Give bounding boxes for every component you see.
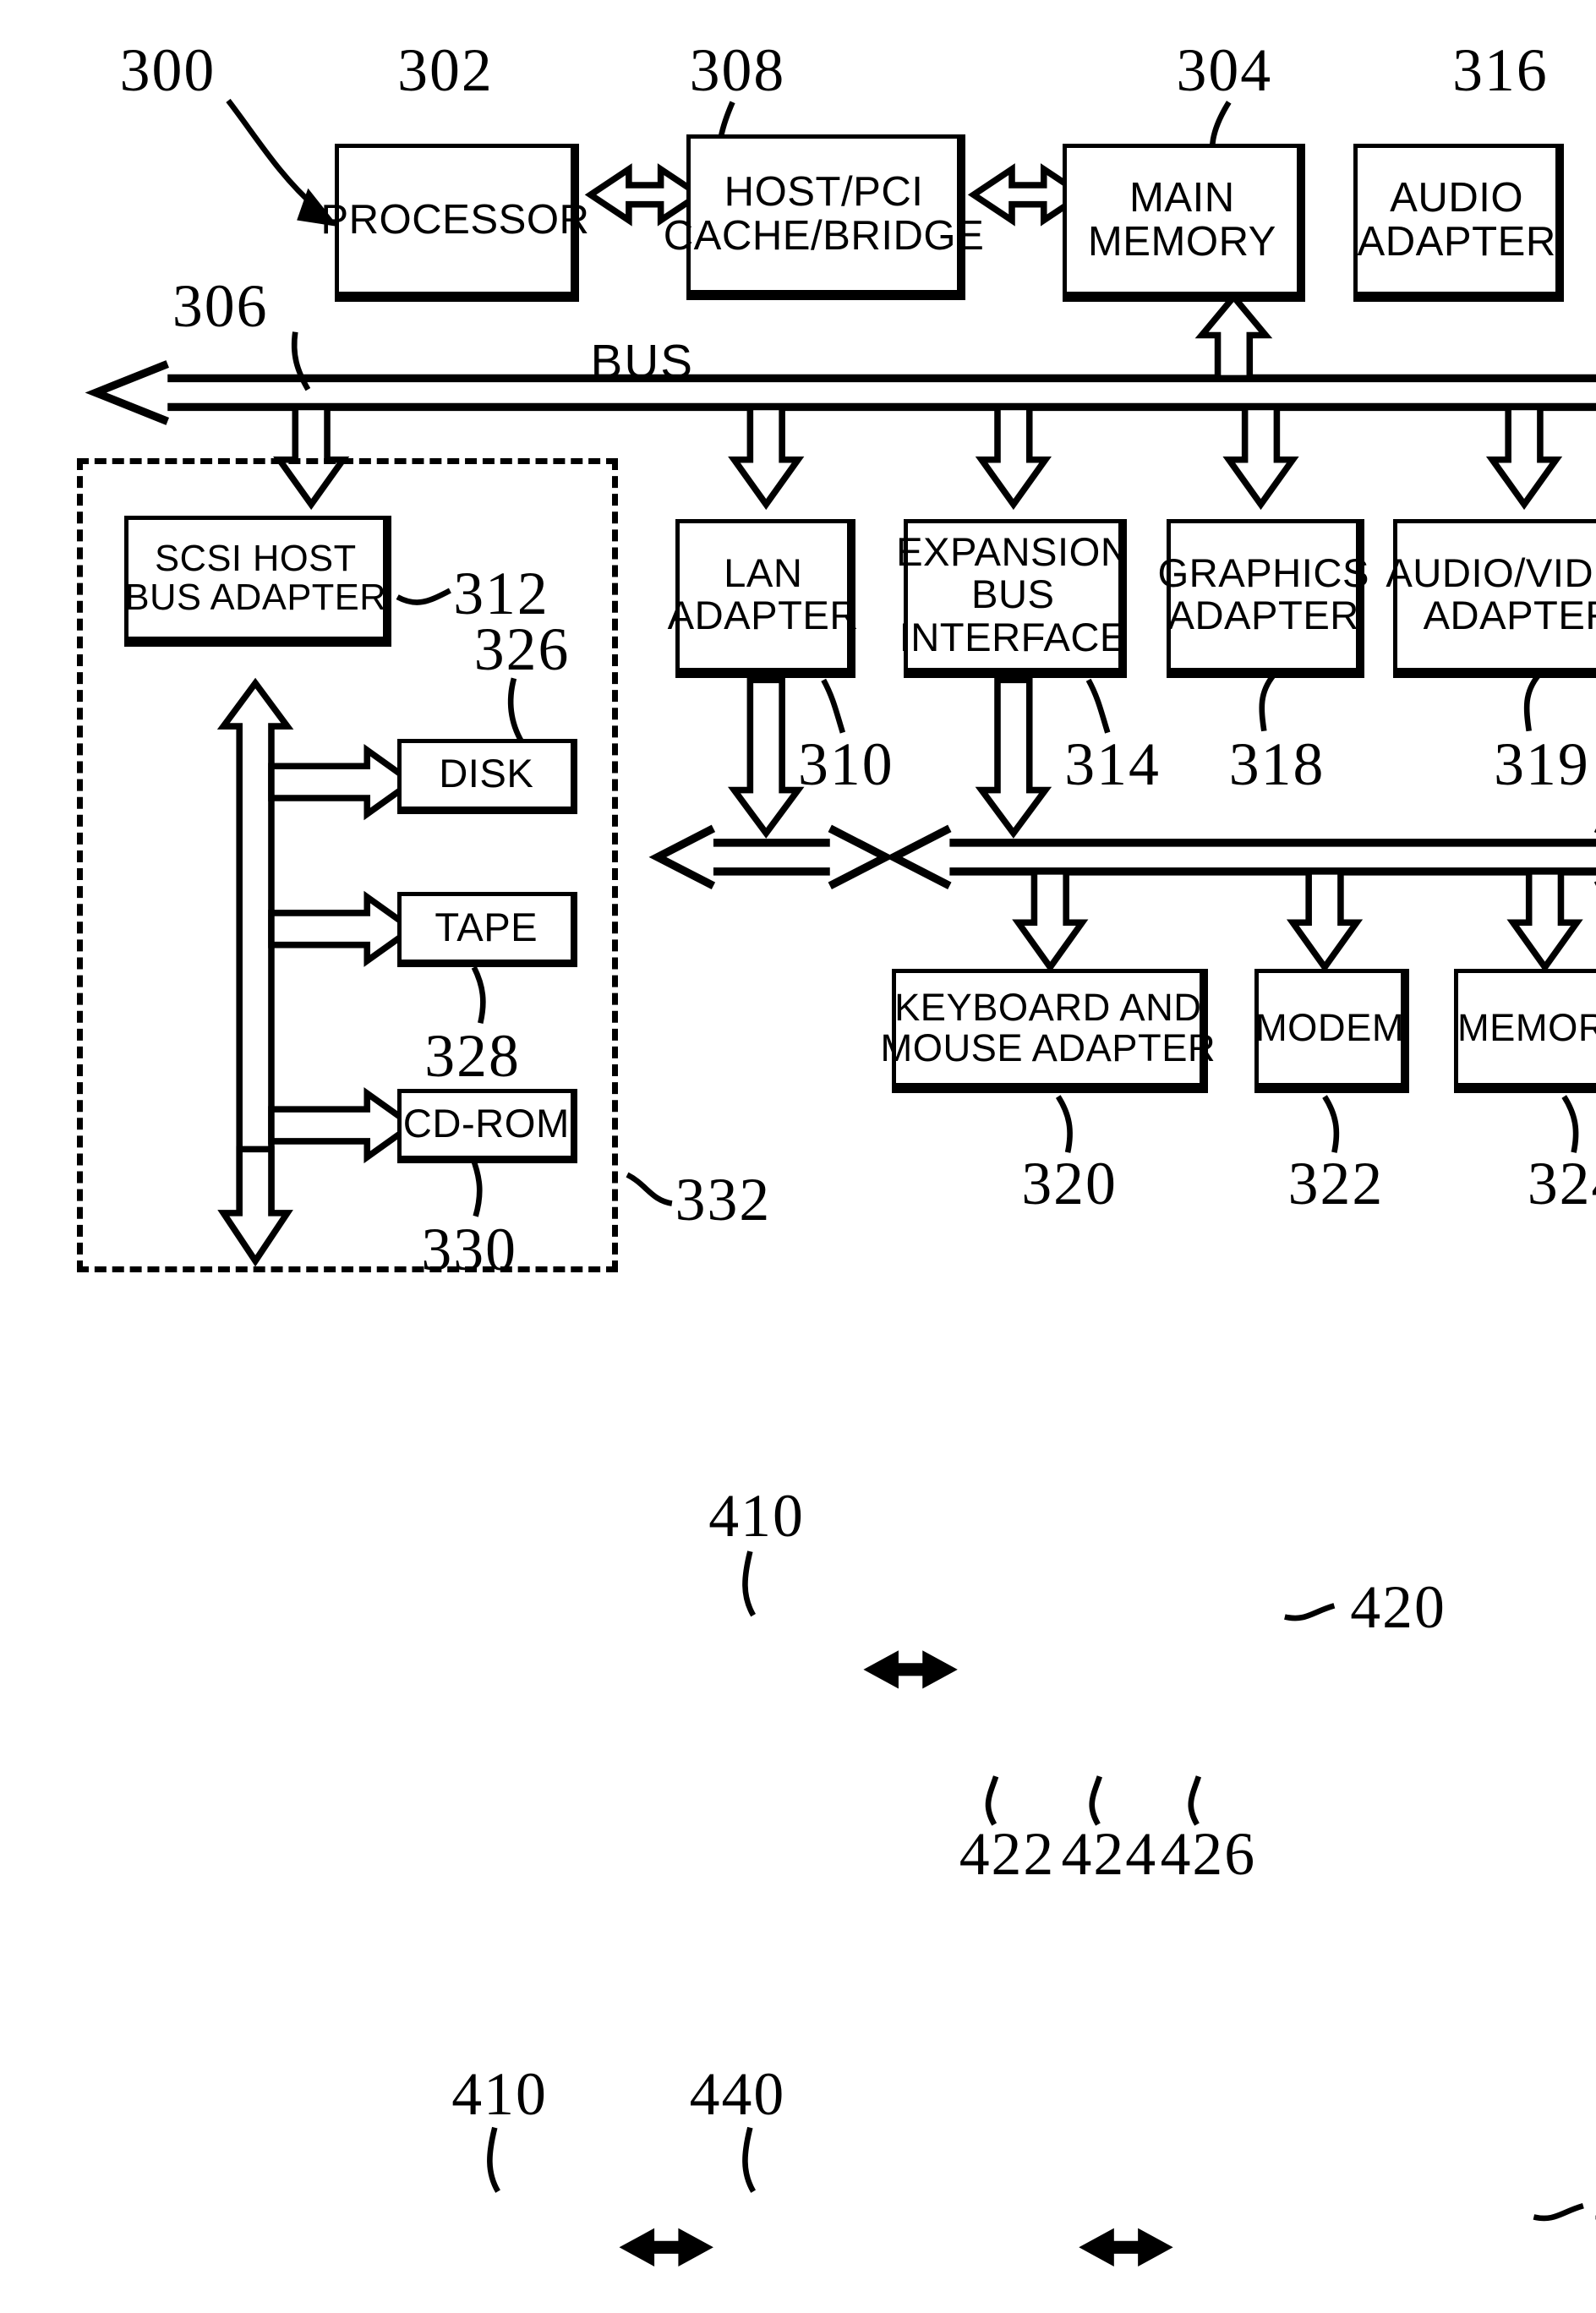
- bus-label: BUS: [590, 336, 694, 390]
- graphics-line1: GRAPHICS: [1157, 551, 1369, 597]
- ref-316: 316: [1452, 36, 1549, 104]
- audio-adapter-line1: AUDIO: [1390, 174, 1524, 221]
- ref-326: 326: [473, 615, 571, 683]
- fig4a-ref-426: 426: [1160, 1820, 1257, 1889]
- fig4b-ref-480: 480: [721, 2305, 817, 2313]
- scsi-host-line1: SCSI HOST: [155, 538, 357, 579]
- patent-drawing-page: .ln { stroke:#000; stroke-width:3.5; fil…: [0, 0, 1596, 2313]
- main-memory-line1: MAIN: [1129, 174, 1235, 221]
- ref-304: 304: [1176, 36, 1273, 104]
- ref-308: 308: [689, 36, 786, 104]
- ref-320: 320: [1021, 1150, 1118, 1218]
- fig4b-ref-440: 440: [689, 2059, 786, 2128]
- ref-322: 322: [1287, 1150, 1385, 1218]
- expansion-line3: INTERFACE: [899, 615, 1127, 660]
- ref-314: 314: [1064, 730, 1161, 798]
- audio-video-line1: AUDIO/VIDEO: [1386, 551, 1596, 597]
- ref-318: 318: [1228, 730, 1325, 798]
- expansion-bus-interface-box: EXPANSION BUS INTERFACE: [896, 518, 1129, 679]
- lan-adapter-line2: ADAPTER: [667, 593, 859, 639]
- host-pci-line2: CACHE/BRIDGE: [663, 213, 985, 260]
- audio-adapter-box: AUDIO ADAPTER: [1353, 143, 1565, 302]
- fig4a-ref-422: 422: [959, 1820, 1056, 1889]
- keyboard-line2: MOUSE ADAPTER: [880, 1026, 1216, 1070]
- main-memory-box: MAIN MEMORY: [1063, 143, 1306, 302]
- memory-label: MEMORY: [1457, 1006, 1596, 1050]
- scsi-host-bus-adapter-box: SCSI HOST BUS ADAPTER: [124, 515, 391, 647]
- processor-label: PROCESSOR: [320, 196, 590, 243]
- processor-box: PROCESSOR: [320, 143, 589, 302]
- ref-328: 328: [424, 1022, 521, 1091]
- main-memory-line2: MEMORY: [1087, 218, 1276, 265]
- ref-332: 332: [675, 1166, 772, 1234]
- graphics-adapter-box: GRAPHICS ADAPTER: [1157, 518, 1369, 679]
- modem-label: MODEM: [1254, 1006, 1405, 1050]
- fig4a-ref-424: 424: [1061, 1820, 1158, 1889]
- host-pci-line1: HOST/PCI: [724, 169, 924, 216]
- ref-324: 324: [1527, 1150, 1596, 1218]
- host-pci-cache-bridge-box: HOST/PCI CACHE/BRIDGE: [664, 134, 984, 300]
- fig4a-ref-420: 420: [1350, 1572, 1446, 1641]
- ref-310: 310: [798, 730, 894, 798]
- lan-adapter-box: LAN ADAPTER: [668, 518, 858, 679]
- audio-video-line2: ADAPTER: [1423, 593, 1596, 639]
- scsi-host-line2: BUS ADAPTER: [124, 577, 387, 618]
- ref-300: 300: [119, 36, 216, 104]
- disk-box: DISK: [397, 739, 578, 814]
- fig4b-ref-410: 410: [451, 2059, 548, 2128]
- audio-video-adapter-box: AUDIO/VIDEO ADAPTER: [1386, 518, 1596, 679]
- audio-adapter-line2: ADAPTER: [1357, 218, 1556, 265]
- tape-label: TAPE: [435, 905, 538, 950]
- tape-box: TAPE: [397, 892, 578, 968]
- memory-box: MEMORY: [1453, 969, 1596, 1094]
- ref-319: 319: [1494, 730, 1590, 798]
- disk-label: DISK: [439, 752, 534, 797]
- ref-306: 306: [172, 271, 269, 340]
- graphics-line2: ADAPTER: [1167, 593, 1359, 639]
- ref-330: 330: [421, 1215, 518, 1283]
- fig4b-ref-490: 490: [1046, 2305, 1142, 2313]
- ref-302: 302: [397, 36, 494, 104]
- cdrom-label: CD-ROM: [402, 1101, 570, 1146]
- keyboard-line1: KEYBOARD AND: [894, 986, 1202, 1030]
- cdrom-box: CD-ROM: [397, 1088, 578, 1164]
- expansion-line1: EXPANSION: [896, 530, 1130, 576]
- expansion-line2: BUS: [970, 572, 1055, 618]
- keyboard-mouse-adapter-box: KEYBOARD AND MOUSE ADAPTER: [880, 969, 1216, 1094]
- modem-box: MODEM: [1254, 969, 1410, 1094]
- fig4a-ref-410: 410: [708, 1482, 805, 1550]
- lan-adapter-line1: LAN: [724, 551, 803, 597]
